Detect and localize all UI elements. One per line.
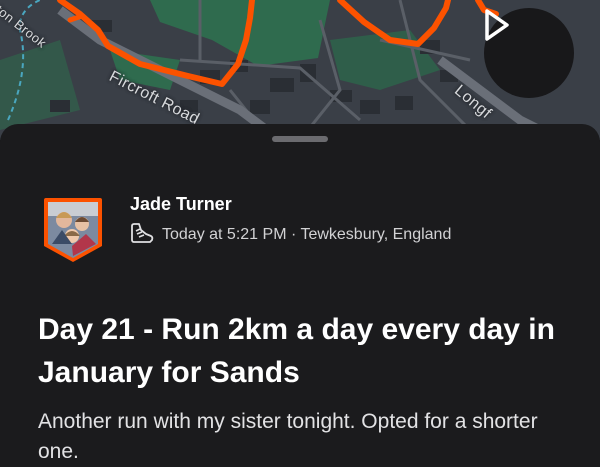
activity-detail-sheet: Jade Turner Today at 5:21 PM · Tewkesbur… bbox=[0, 124, 600, 463]
activity-title: Day 21 - Run 2km a day every day in Janu… bbox=[38, 313, 555, 389]
sheet-drag-handle[interactable] bbox=[272, 136, 328, 142]
play-flyover-button[interactable] bbox=[484, 8, 574, 98]
activity-meta: Today at 5:21 PM · Tewkesbury, England bbox=[130, 222, 452, 249]
running-shoe-icon bbox=[130, 222, 154, 249]
activity-description: Another run with my sister tonight. Opte… bbox=[38, 410, 538, 463]
activity-date-location: Today at 5:21 PM · Tewkesbury, England bbox=[162, 226, 452, 243]
athlete-name[interactable]: Jade Turner bbox=[130, 194, 232, 215]
athlete-avatar[interactable] bbox=[42, 196, 104, 264]
route-map[interactable]: ton Brook Fircroft Road Longf bbox=[0, 0, 600, 140]
